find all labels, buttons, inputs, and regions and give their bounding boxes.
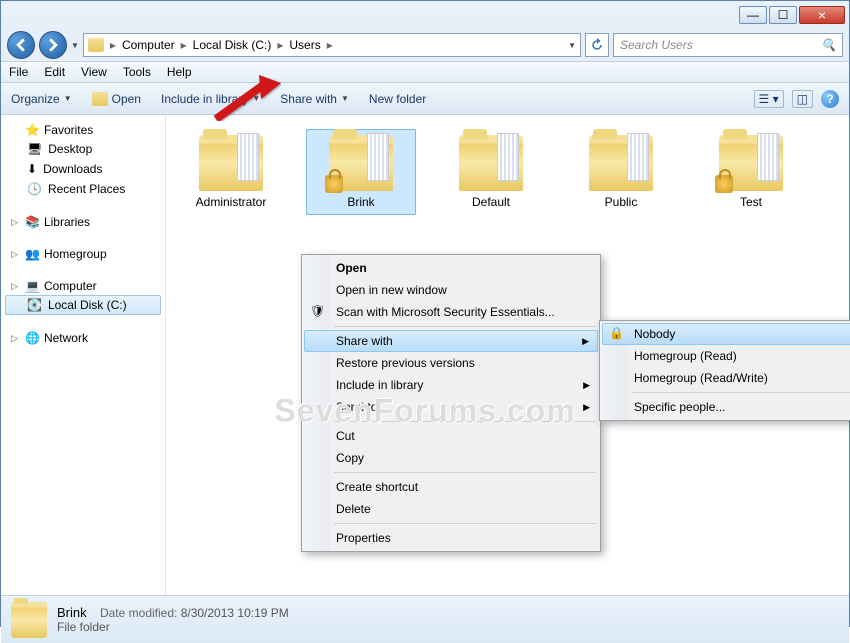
menu-open[interactable]: Open	[304, 257, 598, 279]
menu-edit[interactable]: Edit	[44, 65, 65, 79]
menu-delete[interactable]: Delete	[304, 498, 598, 520]
search-input[interactable]: Search Users🔍	[613, 33, 843, 57]
menu-copy[interactable]: Copy	[304, 447, 598, 469]
view-options-button[interactable]: ☰ ▾	[754, 90, 784, 108]
lock-icon	[325, 175, 343, 193]
folder-administrator[interactable]: Administrator	[176, 129, 286, 215]
crumb-users[interactable]: Users	[285, 36, 324, 54]
library-icon: 📚	[25, 215, 40, 229]
titlebar: — ☐ ×	[1, 1, 849, 29]
sidebar-item-localdisk[interactable]: 💽Local Disk (C:)	[5, 295, 161, 315]
folder-label: Brink	[347, 195, 374, 209]
network-icon: 🌐	[25, 331, 40, 345]
status-name: Brink	[57, 605, 87, 620]
menu-properties[interactable]: Properties	[304, 527, 598, 549]
disk-icon: 💽	[27, 298, 42, 312]
lock-icon: 🔒	[609, 326, 625, 342]
homegroup-icon: 👥	[25, 247, 40, 261]
sidebar-item-desktop[interactable]: 🖥Desktop	[5, 139, 161, 159]
statusbar: Brink Date modified: 8/30/2013 10:19 PM …	[1, 595, 849, 643]
menu-tools[interactable]: Tools	[123, 65, 151, 79]
sidebar-homegroup[interactable]: ▷👥Homegroup	[5, 245, 161, 263]
recent-icon: 🕓	[27, 182, 42, 196]
explorer-window: — ☐ × ▼ ▸ Computer▸ Local Disk (C:)▸ Use…	[0, 0, 850, 627]
folder-label: Default	[472, 195, 510, 209]
download-icon: ⬇	[27, 162, 37, 176]
menu-share-with[interactable]: Share with▶	[304, 330, 598, 352]
sidebar-favorites[interactable]: ⭐Favorites	[5, 121, 161, 139]
sidebar-item-recent[interactable]: 🕓Recent Places	[5, 179, 161, 199]
computer-icon: 💻	[25, 279, 40, 293]
address-bar[interactable]: ▸ Computer▸ Local Disk (C:)▸ Users▸ ▼	[83, 33, 581, 57]
forward-button[interactable]	[39, 31, 67, 59]
sidebar-network[interactable]: ▷🌐Network	[5, 329, 161, 347]
status-type: File folder	[57, 620, 289, 634]
folder-default[interactable]: Default	[436, 129, 546, 215]
menu-homegroup-read-write-[interactable]: Homegroup (Read/Write)	[602, 367, 850, 389]
star-icon: ⭐	[25, 123, 40, 137]
menu-open-in-new-window[interactable]: Open in new window	[304, 279, 598, 301]
folder-label: Public	[605, 195, 638, 209]
folder-label: Administrator	[196, 195, 267, 209]
folder-public[interactable]: Public	[566, 129, 676, 215]
minimize-button[interactable]: —	[739, 6, 767, 24]
search-icon: 🔍	[821, 38, 836, 52]
menu-include-in-library[interactable]: Include in library▶	[304, 374, 598, 396]
share-submenu: 🔒NobodyHomegroup (Read)Homegroup (Read/W…	[599, 320, 850, 421]
folder-icon	[459, 135, 523, 191]
folder-open-icon	[92, 92, 108, 106]
new-folder-button[interactable]: New folder	[369, 92, 426, 106]
nav-row: ▼ ▸ Computer▸ Local Disk (C:)▸ Users▸ ▼ …	[1, 29, 849, 61]
menu-create-shortcut[interactable]: Create shortcut	[304, 476, 598, 498]
folder-icon	[719, 135, 783, 191]
maximize-button[interactable]: ☐	[769, 6, 797, 24]
folder-label: Test	[740, 195, 762, 209]
menu-nobody[interactable]: 🔒Nobody	[602, 323, 850, 345]
menu-help[interactable]: Help	[167, 65, 192, 79]
folder-brink[interactable]: Brink	[306, 129, 416, 215]
folder-icon	[199, 135, 263, 191]
menu-send-to[interactable]: Send to▶	[304, 396, 598, 418]
menu-specific-people-[interactable]: Specific people...	[602, 396, 850, 418]
sidebar-computer[interactable]: ▷💻Computer	[5, 277, 161, 295]
menu-file[interactable]: File	[9, 65, 28, 79]
desktop-icon: 🖥	[27, 142, 42, 156]
help-button[interactable]: ?	[821, 90, 839, 108]
preview-pane-button[interactable]: ◫	[792, 90, 813, 108]
close-button[interactable]: ×	[799, 6, 845, 24]
share-with-button[interactable]: Share with▼	[280, 92, 349, 106]
toolbar: Organize▼ Open Include in library▼ Share…	[1, 83, 849, 115]
folder-test[interactable]: Test	[696, 129, 806, 215]
menubar: File Edit View Tools Help	[1, 61, 849, 83]
crumb-computer[interactable]: Computer	[118, 36, 179, 54]
menu-view[interactable]: View	[81, 65, 107, 79]
refresh-button[interactable]	[585, 33, 609, 57]
folder-icon	[589, 135, 653, 191]
menu-scan-with-microsoft-security-essentials-[interactable]: 🛡Scan with Microsoft Security Essentials…	[304, 301, 598, 323]
lock-icon	[715, 175, 733, 193]
shield-icon: 🛡	[310, 304, 326, 320]
menu-cut[interactable]: Cut	[304, 425, 598, 447]
organize-button[interactable]: Organize▼	[11, 92, 72, 106]
crumb-disk[interactable]: Local Disk (C:)	[189, 36, 276, 54]
sidebar-item-downloads[interactable]: ⬇Downloads	[5, 159, 161, 179]
folder-icon	[88, 38, 104, 52]
open-button[interactable]: Open	[92, 92, 141, 106]
folder-icon	[11, 602, 47, 638]
back-button[interactable]	[7, 31, 35, 59]
menu-restore-previous-versions[interactable]: Restore previous versions	[304, 352, 598, 374]
sidebar: ⭐Favorites 🖥Desktop ⬇Downloads 🕓Recent P…	[1, 115, 166, 595]
menu-homegroup-read-[interactable]: Homegroup (Read)	[602, 345, 850, 367]
context-menu: OpenOpen in new window🛡Scan with Microso…	[301, 254, 601, 552]
include-library-button[interactable]: Include in library▼	[161, 92, 260, 106]
folder-icon	[329, 135, 393, 191]
sidebar-libraries[interactable]: ▷📚Libraries	[5, 213, 161, 231]
